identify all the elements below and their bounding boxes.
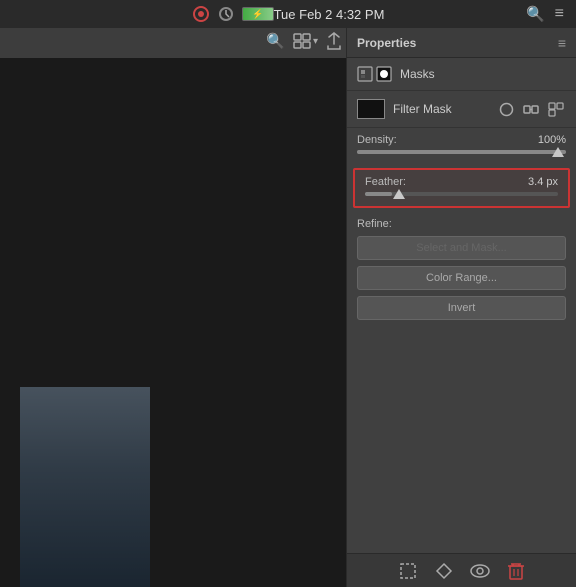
density-slider-fill xyxy=(357,150,566,154)
canvas-area: 🔍 ▾ » xyxy=(0,28,346,587)
density-row: Density: 100% xyxy=(347,128,576,164)
canvas-dark-frame xyxy=(0,58,346,587)
filter-mask-row: Filter Mask xyxy=(347,91,576,128)
mask-circle-icon[interactable] xyxy=(496,100,516,118)
battery-icon: ⚡ xyxy=(242,7,274,21)
menubar-center: Tue Feb 2 4:32 PM xyxy=(274,7,385,22)
filter-mask-actions xyxy=(496,100,566,118)
refine-label: Refine: xyxy=(357,218,407,230)
trash-icon[interactable] xyxy=(505,560,527,582)
menubar-time: Tue Feb 2 4:32 PM xyxy=(274,7,385,22)
eye-icon[interactable] xyxy=(469,560,491,582)
menubar-left-icons: ⚡ xyxy=(192,5,274,23)
app-icon-2 xyxy=(218,6,234,22)
menubar-menu-icon[interactable]: ≡ xyxy=(555,5,564,23)
panel-header: Properties ≡ xyxy=(347,28,576,58)
panel-menu-icon[interactable]: ≡ xyxy=(558,35,566,51)
feather-row: Feather: 3.4 px xyxy=(353,168,570,208)
masks-row: Masks xyxy=(347,58,576,91)
masks-label: Masks xyxy=(400,67,435,81)
bottom-toolbar xyxy=(347,553,576,587)
density-label: Density: xyxy=(357,134,397,146)
invert-button[interactable]: Invert xyxy=(357,296,566,320)
arrange-dropdown[interactable]: ▾ xyxy=(313,36,318,47)
arrange-icon-group[interactable]: ▾ xyxy=(293,33,318,49)
mask-link-icon[interactable] xyxy=(521,100,541,118)
select-and-mask-button[interactable]: Select and Mask... xyxy=(357,236,566,260)
density-value: 100% xyxy=(538,134,566,146)
refine-label-row: Refine: xyxy=(357,218,566,230)
feather-value: 3.4 px xyxy=(528,176,558,188)
panel-spacer xyxy=(347,326,576,553)
canvas-top-toolbar: 🔍 ▾ xyxy=(266,32,342,50)
mask-apply-icon[interactable] xyxy=(546,100,566,118)
filter-mask-label: Filter Mask xyxy=(393,102,488,116)
color-range-button[interactable]: Color Range... xyxy=(357,266,566,290)
refine-section: Refine: Select and Mask... Color Range..… xyxy=(347,212,576,326)
density-slider[interactable] xyxy=(357,150,566,154)
canvas-image xyxy=(20,387,150,587)
arrange-icon[interactable] xyxy=(293,33,311,49)
feather-label: Feather: xyxy=(365,176,406,188)
feather-slider[interactable] xyxy=(365,192,558,196)
vector-mask-icon[interactable] xyxy=(376,66,392,82)
feather-label-row: Feather: 3.4 px xyxy=(365,176,558,188)
menubar-search-icon[interactable]: 🔍 xyxy=(526,5,545,23)
feather-slider-fill xyxy=(365,192,392,196)
density-label-row: Density: 100% xyxy=(357,134,566,146)
zoom-icon[interactable]: 🔍 xyxy=(266,32,285,50)
select-icon[interactable] xyxy=(397,560,419,582)
edit-icon[interactable] xyxy=(433,560,455,582)
share-icon[interactable] xyxy=(326,32,342,50)
properties-panel: Properties ≡ Masks F xyxy=(346,28,576,587)
masks-icon-group xyxy=(357,66,392,82)
filter-mask-thumbnail xyxy=(357,99,385,119)
app-icon-1 xyxy=(192,5,210,23)
density-slider-thumb[interactable] xyxy=(552,147,564,157)
menu-bar: ⚡ Tue Feb 2 4:32 PM 🔍 ≡ xyxy=(0,0,576,28)
feather-slider-thumb[interactable] xyxy=(393,189,405,199)
panel-title: Properties xyxy=(357,36,416,50)
refine-buttons: Select and Mask... Color Range... Invert xyxy=(357,236,566,320)
menubar-right[interactable]: 🔍 ≡ xyxy=(526,5,564,23)
pixel-mask-icon[interactable] xyxy=(357,66,373,82)
main-area: 🔍 ▾ » Pr xyxy=(0,28,576,587)
